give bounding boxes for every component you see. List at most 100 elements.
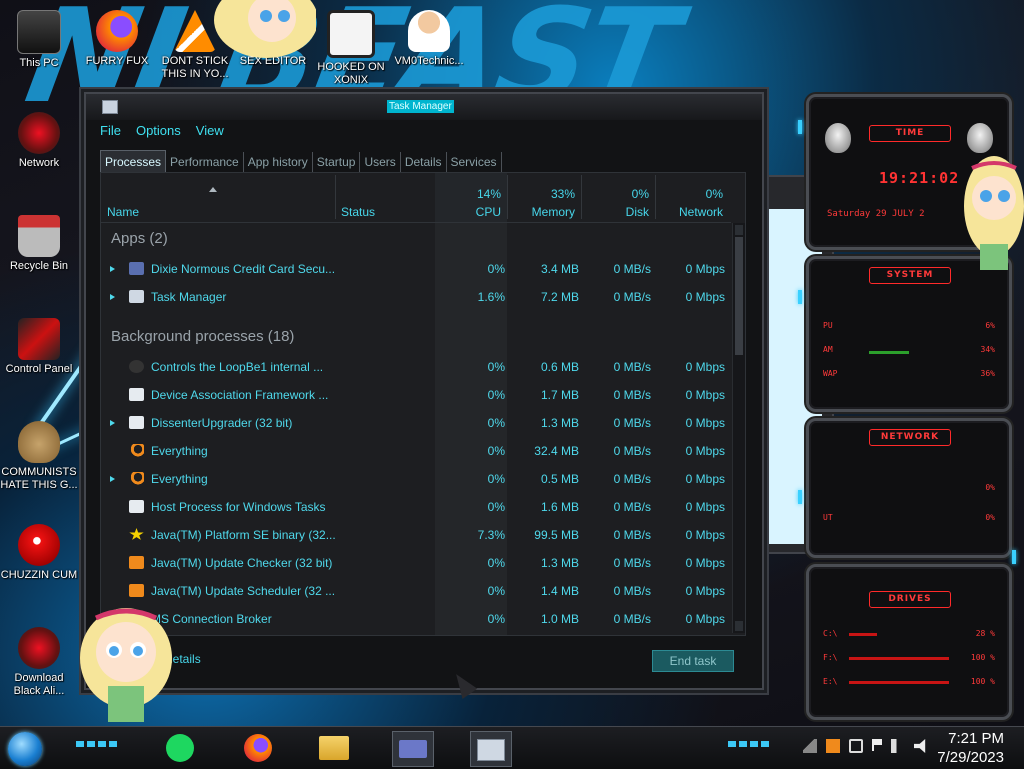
group-header-apps[interactable]: Apps (2) bbox=[101, 223, 731, 255]
loopbe-icon bbox=[129, 360, 144, 373]
task-manager-icon bbox=[129, 290, 144, 303]
process-row[interactable]: Java(TM) Platform SE binary (32... 7.3% … bbox=[101, 521, 731, 549]
column-network[interactable]: 0% Network bbox=[655, 173, 729, 222]
taskbar-firefox[interactable] bbox=[238, 731, 278, 765]
flag-icon[interactable] bbox=[872, 739, 882, 751]
expand-arrow-icon[interactable] bbox=[110, 294, 115, 300]
desktop-icon-recycle-bin[interactable]: Recycle Bin bbox=[0, 215, 78, 273]
tab-services[interactable]: Services bbox=[447, 152, 502, 172]
taskbar-spotify[interactable] bbox=[160, 731, 200, 765]
tab-processes[interactable]: Processes bbox=[100, 150, 167, 172]
column-cpu[interactable]: 14% CPU bbox=[435, 173, 507, 222]
process-network: 0 Mbps bbox=[685, 444, 725, 458]
taskbar-led bbox=[76, 741, 118, 747]
process-memory: 7.2 MB bbox=[540, 290, 579, 304]
recycle-bin-icon bbox=[18, 215, 60, 257]
menu-options[interactable]: Options bbox=[136, 120, 181, 142]
desktop-icon-label: DONT STICK THIS IN YO... bbox=[161, 55, 229, 80]
gadget-drives-title: DRIVES bbox=[869, 591, 951, 608]
drive-c-label: C:\ bbox=[823, 629, 838, 638]
end-task-button[interactable]: End task bbox=[652, 650, 734, 672]
process-network: 0 Mbps bbox=[685, 472, 725, 486]
desktop-icon-label: FURRY FUX bbox=[85, 55, 149, 67]
scroll-down-icon[interactable] bbox=[735, 621, 743, 631]
start-button[interactable] bbox=[8, 732, 42, 766]
network-tray-icon[interactable] bbox=[891, 739, 905, 753]
cartoon-girl-sticker bbox=[214, 0, 316, 58]
expand-arrow-icon[interactable] bbox=[110, 476, 115, 482]
tab-details[interactable]: Details bbox=[401, 152, 447, 172]
expand-arrow-icon[interactable] bbox=[110, 420, 115, 426]
process-cpu: 0% bbox=[487, 612, 505, 626]
tab-startup[interactable]: Startup bbox=[313, 152, 361, 172]
process-row[interactable]: Task Manager 1.6% 7.2 MB 0 MB/s 0 Mbps bbox=[101, 283, 731, 311]
vertical-scrollbar[interactable] bbox=[732, 223, 745, 633]
title-bar[interactable]: Task Manager bbox=[86, 94, 762, 120]
process-row[interactable]: Java(TM) Update Checker (32 bit) 0% 1.3 … bbox=[101, 549, 731, 577]
desktop-icon-communists[interactable]: COMMUNISTS HATE THIS G... bbox=[0, 421, 78, 492]
menu-file[interactable]: File bbox=[100, 120, 121, 142]
chuzzle-icon bbox=[18, 524, 60, 566]
task-manager-icon bbox=[477, 739, 505, 761]
process-row[interactable]: Dixie Normous Credit Card Secu... 0% 3.4… bbox=[101, 255, 731, 283]
desktop-icon-control-panel[interactable]: Control Panel bbox=[0, 318, 78, 376]
swap-value: 36% bbox=[980, 369, 995, 378]
desktop-icon-label: COMMUNISTS HATE THIS G... bbox=[0, 466, 78, 491]
column-disk[interactable]: 0% Disk bbox=[581, 173, 655, 222]
scroll-up-icon[interactable] bbox=[735, 225, 743, 235]
desktop-icon-vm0technic[interactable]: VM0Technic... bbox=[390, 10, 468, 68]
process-cpu: 0% bbox=[487, 388, 505, 402]
desktop-icon-label: CHUZZIN CUM bbox=[0, 569, 78, 581]
drive-e-label: E:\ bbox=[823, 677, 838, 686]
desktop-icon-furry-fux[interactable]: FURRY FUX bbox=[78, 10, 156, 68]
desktop-icon-this-pc[interactable]: This PC bbox=[0, 10, 78, 70]
process-memory: 1.3 MB bbox=[540, 416, 579, 430]
tab-users[interactable]: Users bbox=[360, 152, 401, 172]
taskbar-credit-card-app[interactable] bbox=[392, 731, 434, 767]
process-network: 0 Mbps bbox=[685, 500, 725, 514]
process-row[interactable]: DissenterUpgrader (32 bit) 0% 1.3 MB 0 M… bbox=[101, 409, 731, 437]
scroll-thumb[interactable] bbox=[735, 237, 743, 355]
desktop-icon-network[interactable]: Network bbox=[0, 112, 78, 170]
process-row[interactable]: Everything 0% 32.4 MB 0 MB/s 0 Mbps bbox=[101, 437, 731, 465]
desktop-icon-hooked-on-xonix[interactable]: HOOKED ON XONIX bbox=[312, 10, 390, 87]
window-title: Task Manager bbox=[387, 100, 454, 113]
column-name[interactable]: Name bbox=[101, 173, 335, 222]
desktop-corner-icon[interactable] bbox=[803, 739, 817, 753]
gadget-system-title: SYSTEM bbox=[869, 267, 951, 284]
process-memory: 99.5 MB bbox=[534, 528, 579, 542]
column-status[interactable]: Status bbox=[335, 173, 435, 222]
desktop-icon-label: HOOKED ON XONIX bbox=[317, 61, 385, 86]
column-memory[interactable]: 33% Memory bbox=[507, 173, 581, 222]
process-memory: 0.6 MB bbox=[540, 360, 579, 374]
desktop-icon-chuzzin-cum[interactable]: CHUZZIN CUM bbox=[0, 524, 78, 582]
taskbar-led bbox=[728, 741, 770, 747]
taskbar-clock[interactable]: 7:21 PM 7/29/2023 bbox=[937, 729, 1004, 767]
expand-arrow-icon[interactable] bbox=[110, 266, 115, 272]
tab-performance[interactable]: Performance bbox=[166, 152, 244, 172]
led-indicator bbox=[798, 290, 802, 304]
process-row[interactable]: Controls the LoopBe1 internal ... 0% 0.6… bbox=[101, 353, 731, 381]
taskbar-file-explorer[interactable] bbox=[314, 731, 354, 765]
process-row[interactable]: Host Process for Windows Tasks 0% 1.6 MB… bbox=[101, 493, 731, 521]
desktop-icon-download-black-ali[interactable]: Download Black Ali... bbox=[0, 627, 78, 698]
volume-icon[interactable] bbox=[914, 739, 926, 753]
process-cpu: 0% bbox=[487, 472, 505, 486]
taskbar-task-manager[interactable] bbox=[470, 731, 512, 767]
java-update-icon[interactable] bbox=[826, 739, 840, 753]
process-name: Java(TM) Update Scheduler (32 ... bbox=[151, 584, 336, 598]
action-center-icon[interactable] bbox=[849, 739, 863, 753]
process-disk: 0 MB/s bbox=[613, 416, 651, 430]
process-disk: 0 MB/s bbox=[613, 556, 651, 570]
process-row[interactable]: Java(TM) Update Scheduler (32 ... 0% 1.4… bbox=[101, 577, 731, 605]
tab-app-history[interactable]: App history bbox=[244, 152, 313, 172]
process-row[interactable]: Everything 0% 0.5 MB 0 MB/s 0 Mbps bbox=[101, 465, 731, 493]
process-row[interactable]: Device Association Framework ... 0% 1.7 … bbox=[101, 381, 731, 409]
process-memory: 32.4 MB bbox=[534, 444, 579, 458]
process-name: Device Association Framework ... bbox=[151, 388, 329, 402]
menu-view[interactable]: View bbox=[196, 120, 224, 142]
process-row[interactable]: MS Connection Broker 0% 1.0 MB 0 MB/s 0 … bbox=[101, 605, 731, 633]
group-header-background[interactable]: Background processes (18) bbox=[101, 321, 731, 353]
clock-time: 7:21 PM bbox=[948, 730, 1004, 747]
task-manager-window[interactable]: Task Manager File Options View Processes… bbox=[84, 92, 764, 690]
